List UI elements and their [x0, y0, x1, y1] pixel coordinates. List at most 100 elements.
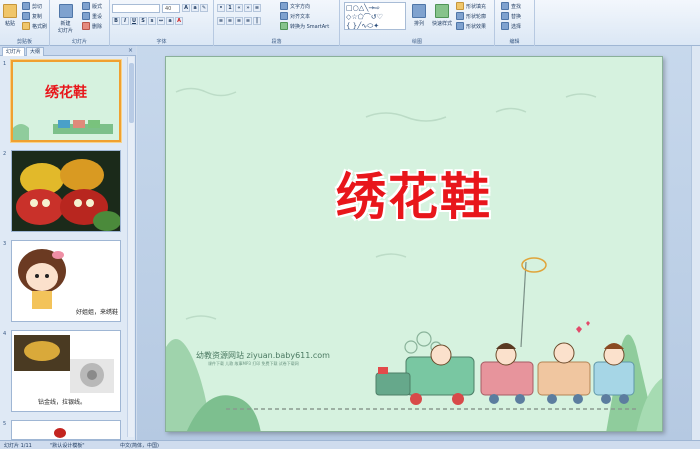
- font-group-label: 字体: [156, 39, 167, 45]
- font-size-combo[interactable]: 40: [162, 4, 180, 13]
- clear-format-button[interactable]: ✎: [200, 4, 208, 12]
- watermark-subtext: 课件下载 儿歌 故事MP3 打印 免费下载 试卷下载网: [208, 361, 299, 366]
- drawing-group-label: 绘图: [411, 39, 422, 45]
- thumb-number: 5: [3, 421, 7, 427]
- shape-outline-button[interactable]: 形状轮廓: [456, 12, 486, 20]
- slide-title[interactable]: 绣花鞋: [166, 157, 662, 229]
- ribbon: 粘贴 剪切 复制 格式刷 剪贴板 新建 幻灯片 版式 重设 删除 幻灯片 40: [0, 0, 700, 46]
- shape-fill-button[interactable]: 形状填充: [456, 2, 486, 10]
- font-group: 40 A a ✎ B I U S s ↔ a A 字体: [110, 0, 214, 46]
- font-name-combo[interactable]: [112, 4, 160, 13]
- bullets-button[interactable]: •: [217, 4, 225, 12]
- slides-group-label: 幻灯片: [71, 39, 87, 45]
- grow-font-button[interactable]: A: [182, 4, 190, 12]
- columns-button[interactable]: ║: [253, 17, 261, 25]
- increase-indent-button[interactable]: »: [244, 4, 252, 12]
- align-text-icon: [280, 12, 288, 20]
- justify-button[interactable]: ≡: [244, 17, 252, 25]
- thumb-tiger-shoes-photo: [12, 151, 120, 231]
- pen-icon: [456, 12, 464, 20]
- decrease-indent-button[interactable]: «: [235, 4, 243, 12]
- language-indicator[interactable]: 中文(简体，中国): [120, 442, 159, 449]
- thumb-number: 3: [3, 241, 7, 247]
- slide-thumbnail-5[interactable]: [11, 420, 121, 440]
- tab-slides[interactable]: 幻灯片: [2, 47, 26, 56]
- line-spacing-button[interactable]: ≡: [253, 4, 261, 12]
- reset-button[interactable]: 重设: [82, 12, 102, 20]
- underline-button[interactable]: U: [130, 17, 138, 25]
- paragraph-group-label: 段落: [271, 39, 282, 45]
- cut-button[interactable]: 剪切: [22, 2, 42, 10]
- copy-button[interactable]: 复制: [22, 12, 42, 20]
- find-button[interactable]: 查找: [501, 2, 521, 10]
- slide-thumbnail-1[interactable]: 绣花鞋: [11, 60, 121, 142]
- font-style-buttons: B I U S s ↔ a A: [112, 17, 183, 25]
- slides-pane: 幻灯片 大纲 × 1 绣花鞋 2 3 好姐姐，来绣鞋 4 钻金线，拉银线。 5: [0, 46, 136, 440]
- case-button[interactable]: a: [166, 17, 174, 25]
- editor-scrollbar[interactable]: [691, 46, 700, 440]
- arrange-icon: [412, 4, 426, 18]
- slide-illustration: [166, 87, 662, 431]
- font-size-buttons: A a ✎: [182, 4, 208, 12]
- paste-icon: [3, 4, 17, 18]
- fill-bucket-icon: [456, 2, 464, 10]
- format-painter-button[interactable]: 格式刷: [22, 22, 47, 30]
- paste-button[interactable]: 粘贴: [3, 4, 17, 27]
- shrink-font-button[interactable]: a: [191, 4, 199, 12]
- effects-icon: [456, 22, 464, 30]
- strike-button[interactable]: S: [139, 17, 147, 25]
- copy-icon: [22, 12, 30, 20]
- layout-button[interactable]: 版式: [82, 2, 102, 10]
- reset-icon: [82, 12, 90, 20]
- thumb-number: 1: [3, 61, 7, 67]
- shadow-button[interactable]: s: [148, 17, 156, 25]
- thumbs-scrollbar[interactable]: [127, 57, 134, 437]
- replace-icon: [501, 12, 509, 20]
- align-center-button[interactable]: ≡: [226, 17, 234, 25]
- delete-slide-button[interactable]: 删除: [82, 22, 102, 30]
- align-text-button[interactable]: 对齐文本: [280, 12, 310, 20]
- clipboard-group: 粘贴 剪切 复制 格式刷 剪贴板: [0, 0, 50, 46]
- arrange-button[interactable]: 排列: [412, 4, 426, 27]
- bold-button[interactable]: B: [112, 17, 120, 25]
- select-button[interactable]: 选择: [501, 22, 521, 30]
- slide-thumbnail-2[interactable]: [11, 150, 121, 232]
- slide-thumbnail-3[interactable]: 好姐姐，来绣鞋: [11, 240, 121, 322]
- clipboard-group-label: 剪贴板: [16, 39, 32, 45]
- thumb-caption: 钻金线，拉银线。: [38, 399, 87, 406]
- new-slide-icon: [58, 4, 73, 18]
- quick-styles-button[interactable]: 快速样式: [432, 4, 452, 27]
- smartart-button[interactable]: 转换为 SmartArt: [280, 22, 329, 30]
- thumb-number: 2: [3, 151, 7, 157]
- layout-icon: [82, 2, 90, 10]
- shape-effects-button[interactable]: 形状效果: [456, 22, 486, 30]
- current-slide[interactable]: 绣花鞋 幼教资源网站 ziyuan.baby611.com 课件下载 儿歌 故事…: [165, 56, 663, 432]
- thumb-shoe-photo: [54, 428, 66, 438]
- align-left-button[interactable]: ≡: [217, 17, 225, 25]
- slides-group: 新建 幻灯片 版式 重设 删除 幻灯片: [50, 0, 110, 46]
- theme-name: "默认设计模板": [50, 443, 85, 449]
- slide-position: 幻灯片 1/11: [4, 443, 32, 449]
- shapes-gallery[interactable]: □○△╲→⇨ ◇☆⬠⌒↺♡{ }╱∿⬭✦: [344, 2, 406, 30]
- slide-thumbnail-4[interactable]: 钻金线，拉银线。: [11, 330, 121, 412]
- spacing-button[interactable]: ↔: [157, 17, 165, 25]
- binoculars-icon: [501, 2, 509, 10]
- align-right-button[interactable]: ≡: [235, 17, 243, 25]
- replace-button[interactable]: 替换: [501, 12, 521, 20]
- text-direction-button[interactable]: 文字方向: [280, 2, 310, 10]
- italic-button[interactable]: I: [121, 17, 129, 25]
- scrollbar-thumb[interactable]: [129, 63, 134, 123]
- numbering-button[interactable]: 1: [226, 4, 234, 12]
- close-pane-icon[interactable]: ×: [128, 47, 133, 54]
- tab-outline[interactable]: 大纲: [26, 47, 45, 56]
- brush-icon: [22, 22, 30, 30]
- delete-icon: [82, 22, 90, 30]
- drawing-group: □○△╲→⇨ ◇☆⬠⌒↺♡{ }╱∿⬭✦ 排列 快速样式 形状填充 形状轮廓 形状…: [340, 0, 495, 46]
- smartart-icon: [280, 22, 288, 30]
- slide-editor: 绣花鞋 幼教资源网站 ziyuan.baby611.com 课件下载 儿歌 故事…: [137, 46, 700, 440]
- editing-group: 查找 替换 选择 编辑: [495, 0, 535, 46]
- list-buttons: • 1 « » ≡: [217, 4, 261, 12]
- font-color-button[interactable]: A: [175, 17, 183, 25]
- status-bar: 幻灯片 1/11 "默认设计模板" 中文(简体，中国): [0, 440, 700, 449]
- new-slide-button[interactable]: 新建 幻灯片: [58, 4, 73, 34]
